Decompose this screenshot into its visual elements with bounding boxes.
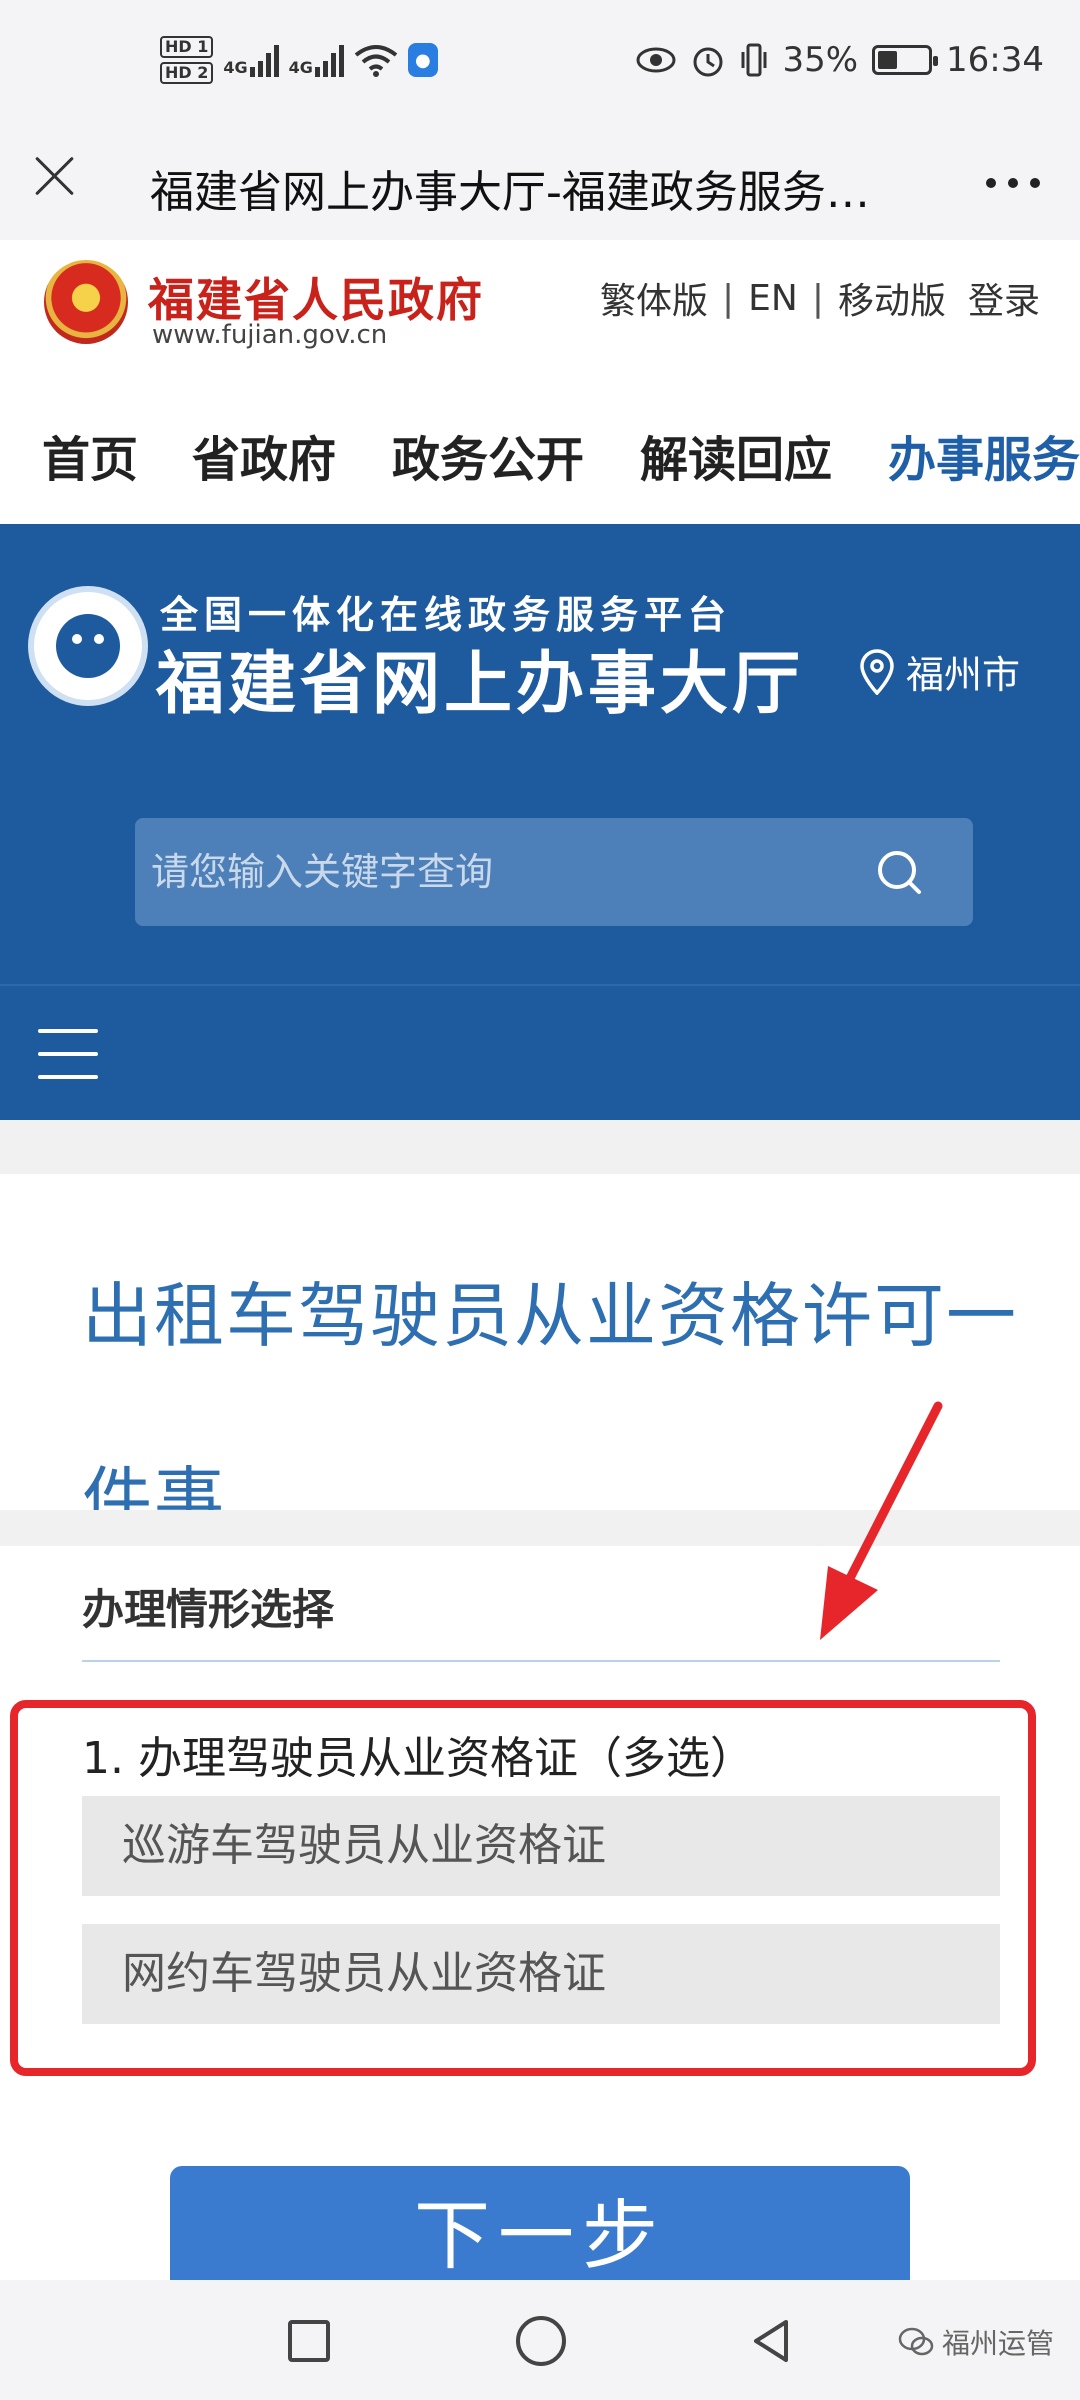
situation-form: 办理情形选择 1. 办理驾驶员从业资格证（多选） 巡游车驾驶员从业资格证 网约车… <box>0 1546 1080 2306</box>
main-nav: 首页 省政府 政务公开 解读回应 办事服务 <box>0 360 1080 524</box>
wifi-icon <box>354 45 398 77</box>
back-icon[interactable] <box>746 2316 796 2366</box>
status-bar: HD 1 HD 2 4G 4G ● 35% 16:34 <box>0 0 1080 130</box>
hamburger-menu-icon[interactable] <box>38 1029 98 1079</box>
location-name: 福州市 <box>906 653 1021 697</box>
net1-label: 4G <box>223 58 248 77</box>
signal-1: 4G <box>223 43 279 77</box>
search-box <box>135 818 973 926</box>
login-link[interactable]: 登录 <box>968 272 1040 324</box>
section-heading: 办理情形选择 <box>82 1585 335 1634</box>
clock: 16:34 <box>946 40 1044 80</box>
nav-item-government[interactable]: 省政府 <box>192 420 336 490</box>
signal-bars-icon <box>249 43 279 77</box>
question-label: 1. 办理驾驶员从业资格证（多选） <box>82 1733 754 1784</box>
home-icon[interactable] <box>516 2316 566 2366</box>
battery-percent: 35% <box>782 40 859 80</box>
top-links: 繁体版 | EN | 移动版 登录 <box>600 272 1040 324</box>
online-hall-logo-icon <box>28 586 148 706</box>
location-pin-icon <box>860 648 894 695</box>
national-emblem-icon <box>44 260 128 344</box>
gov-site-url: www.fujian.gov.cn <box>152 320 388 350</box>
option-cruise-taxi[interactable]: 巡游车驾驶员从业资格证 <box>82 1796 1000 1896</box>
english-link[interactable]: EN <box>748 278 798 319</box>
banner-divider <box>0 984 1080 986</box>
section-spacer <box>0 1120 1080 1174</box>
watermark: 福州运管 <box>898 2322 1054 2362</box>
link-separator: | <box>811 277 824 319</box>
hd1-badge: HD 1 <box>160 36 214 58</box>
search-icon[interactable] <box>871 844 927 900</box>
red-arrow-icon <box>820 1401 943 1640</box>
nav-item-home[interactable]: 首页 <box>42 420 138 490</box>
eye-icon <box>636 47 676 73</box>
status-right-group: 35% 16:34 <box>636 40 1044 80</box>
recent-apps-icon[interactable] <box>288 2320 330 2362</box>
more-options-icon[interactable] <box>986 178 1040 188</box>
close-icon[interactable] <box>32 154 76 198</box>
alarm-icon <box>693 47 723 77</box>
link-separator: | <box>722 277 735 319</box>
status-left-group: HD 1 HD 2 4G 4G ● <box>160 36 438 84</box>
app-notification-icon: ● <box>407 43 438 77</box>
location-selector[interactable]: 福州市 <box>858 644 1020 699</box>
browser-toolbar: 福建省网上办事大厅-福建政务服务… <box>0 130 1080 240</box>
section-divider <box>82 1660 1000 1662</box>
banner-title: 福建省网上办事大厅 <box>156 644 805 724</box>
hd-indicators: HD 1 HD 2 <box>160 36 214 84</box>
traditional-link[interactable]: 繁体版 <box>600 272 708 324</box>
nav-item-interpretation[interactable]: 解读回应 <box>640 420 832 490</box>
wechat-icon <box>898 2327 934 2356</box>
net2-label: 4G <box>288 58 313 77</box>
system-navigation-bar: 福州运管 <box>0 2280 1080 2400</box>
search-input[interactable] <box>151 818 851 926</box>
service-banner: 全国一体化在线政务服务平台 福建省网上办事大厅 福州市 <box>0 524 1080 1120</box>
watermark-text: 福州运管 <box>941 2327 1054 2360</box>
hd2-badge: HD 2 <box>160 62 214 84</box>
mobile-link[interactable]: 移动版 <box>838 272 946 324</box>
nav-item-services[interactable]: 办事服务 <box>888 420 1080 490</box>
nav-item-open-affairs[interactable]: 政务公开 <box>392 420 584 490</box>
signal-bars-icon <box>314 43 344 77</box>
vibrate-icon <box>741 43 767 77</box>
battery-icon <box>872 45 939 75</box>
browser-page-title: 福建省网上办事大厅-福建政务服务… <box>150 167 870 218</box>
gov-header: 福建省人民政府 www.fujian.gov.cn 繁体版 | EN | 移动版… <box>0 240 1080 360</box>
signal-2: 4G <box>289 43 344 77</box>
option-ride-hailing[interactable]: 网约车驾驶员从业资格证 <box>82 1924 1000 2024</box>
